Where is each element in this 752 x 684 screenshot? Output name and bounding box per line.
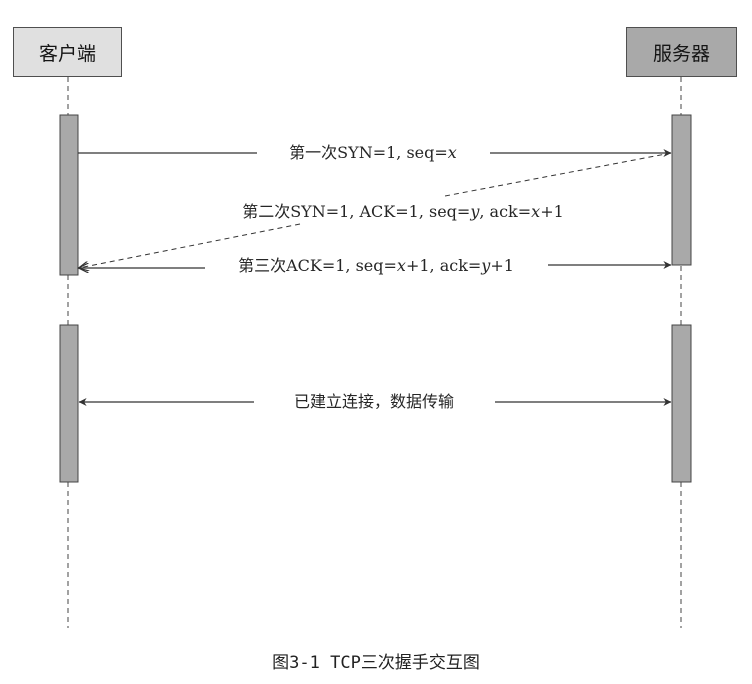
message-label-part: +1 (490, 256, 514, 275)
message-label-part: 第二次SYN=1, ACK=1, seq= (242, 202, 470, 221)
message-label-part: x (448, 143, 457, 162)
diagram-canvas: 第一次SYN=1, seq=x 第二次SYN=1, ACK=1, seq=y, … (59, 77, 692, 628)
figure-caption: 图3-1 TCP三次握手交互图 (272, 653, 480, 673)
server-actor-box: 服务器 (626, 27, 737, 77)
client-actor-box: 客户端 (13, 27, 122, 77)
message-3-label: 第三次ACK=1, seq=x+1, ack=y+1 (238, 256, 514, 275)
message-label-part: +1, ack= (406, 256, 481, 275)
server-activation-1 (671, 114, 692, 266)
message-label-part: 第三次ACK=1, seq= (238, 256, 397, 275)
message-label-part: 已建立连接，数据传输 (294, 392, 454, 411)
message-label-part: , ack= (479, 202, 531, 221)
message-1-label: 第一次SYN=1, seq=x (289, 143, 457, 162)
client-activation-2 (59, 324, 79, 483)
message-label-part: 第一次SYN=1, seq= (289, 143, 448, 162)
client-actor-label: 客户端 (38, 42, 96, 65)
client-activation-1 (59, 114, 79, 276)
server-actor-label: 服务器 (652, 42, 710, 65)
message-label-part: x (531, 202, 540, 221)
message-label-part: x (397, 256, 406, 275)
message-2-arrow-upper (444, 152, 672, 197)
message-2-label: 第二次SYN=1, ACK=1, seq=y, ack=x+1 (242, 202, 564, 221)
sequence-diagram: 第一次SYN=1, seq=x 第二次SYN=1, ACK=1, seq=y, … (0, 0, 752, 684)
message-label-part: +1 (540, 202, 564, 221)
server-activation-2 (671, 324, 692, 483)
message-4-label: 已建立连接，数据传输 (294, 392, 454, 411)
